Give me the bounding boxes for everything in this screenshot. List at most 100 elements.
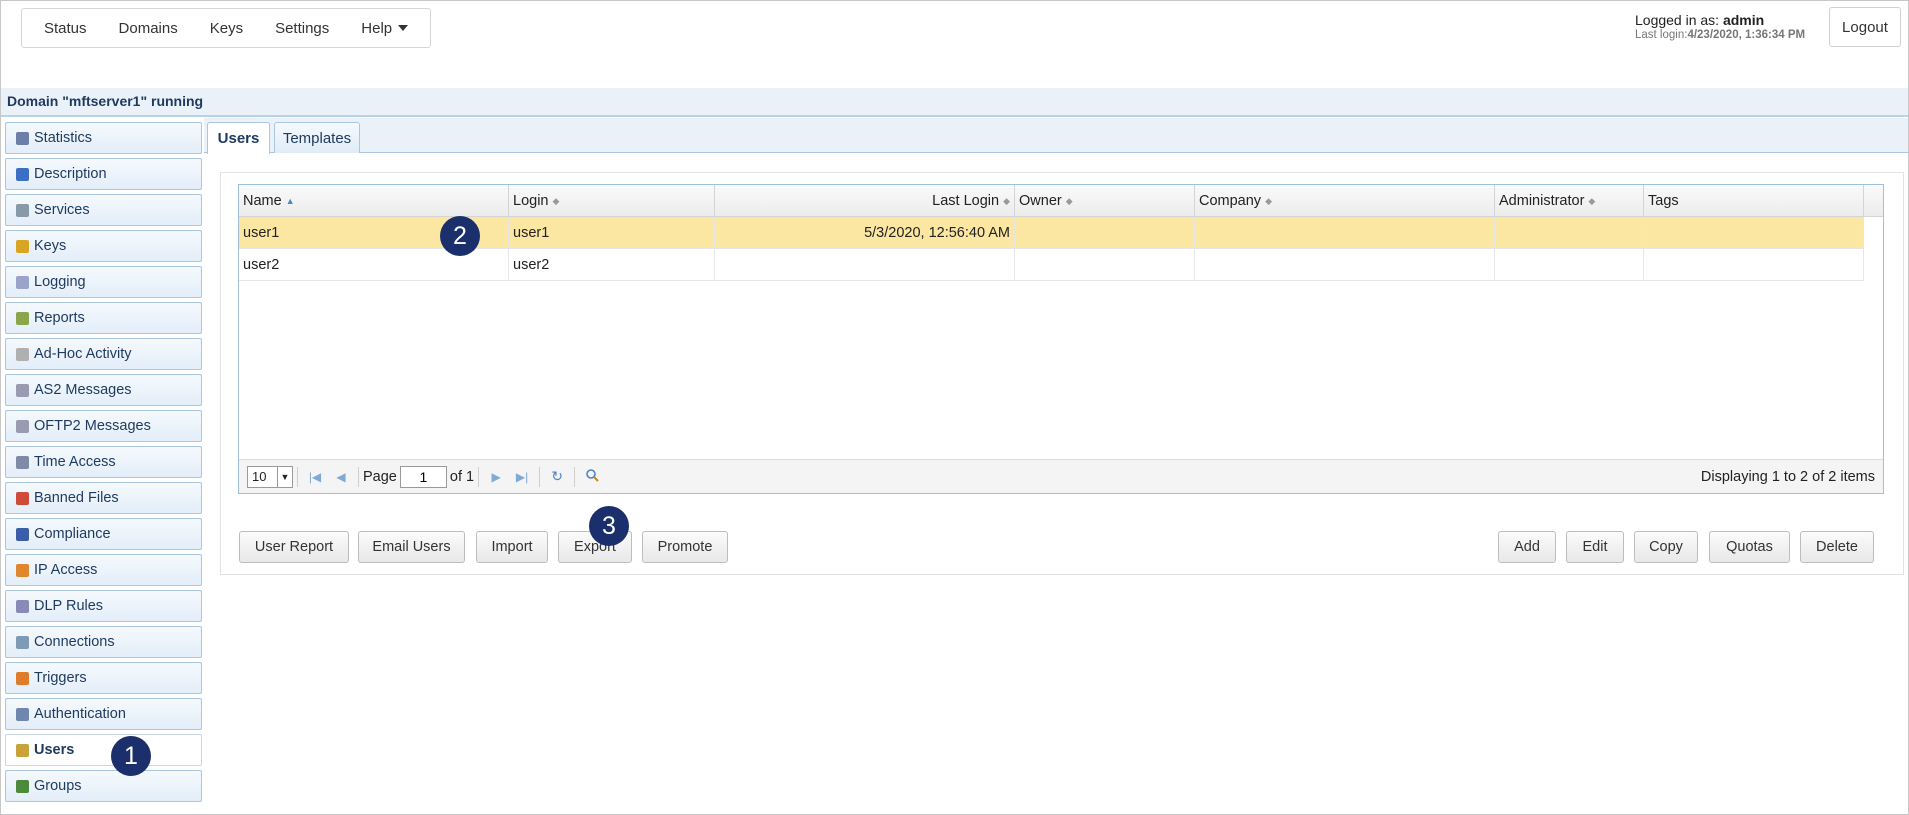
- col-login-label: Login: [513, 193, 549, 209]
- cell-login: user1: [509, 217, 715, 249]
- page-size-value: 10: [252, 469, 267, 484]
- col-header-last-login[interactable]: Last Login ◆: [715, 185, 1015, 217]
- sidebar-item-label: Triggers: [34, 670, 87, 686]
- copy-label: Copy: [1649, 539, 1683, 555]
- table-row[interactable]: user2 user2: [239, 249, 1864, 281]
- nav-keys[interactable]: Keys: [194, 20, 259, 37]
- quotas-label: Quotas: [1726, 539, 1773, 555]
- sidebar-item-label: Ad-Hoc Activity: [34, 346, 132, 362]
- last-login-value: 4/23/2020, 1:36:34 PM: [1687, 29, 1806, 41]
- sidebar-item-label: OFTP2 Messages: [34, 418, 151, 434]
- sidebar-item-ip-access[interactable]: IP Access: [5, 554, 202, 586]
- cell-company: [1195, 249, 1495, 281]
- pager-divider: [297, 466, 298, 487]
- nav-help[interactable]: Help: [345, 20, 424, 37]
- domain-status-bar: Domain "mftserver1" running: [1, 88, 1908, 117]
- nav-settings[interactable]: Settings: [259, 20, 345, 37]
- import-button[interactable]: Import: [476, 531, 548, 563]
- col-header-administrator[interactable]: Administrator ◆: [1495, 185, 1644, 217]
- refresh-icon[interactable]: ↻: [544, 468, 570, 485]
- table-row[interactable]: user1 user1 5/3/2020, 12:56:40 AM: [239, 217, 1864, 249]
- sidebar-item-keys[interactable]: Keys: [5, 230, 202, 262]
- sidebar-item-services[interactable]: Services: [5, 194, 202, 226]
- pager-divider: [358, 466, 359, 487]
- triggers-icon: [16, 671, 29, 685]
- sidebar-item-oftp2-messages[interactable]: OFTP2 Messages: [5, 410, 202, 442]
- promote-label: Promote: [657, 539, 713, 555]
- col-header-owner[interactable]: Owner ◆: [1015, 185, 1195, 217]
- add-button[interactable]: Add: [1498, 531, 1556, 563]
- ip-access-icon: [16, 563, 29, 577]
- sidebar-item-statistics[interactable]: Statistics: [5, 122, 202, 154]
- tab-users-label: Users: [217, 130, 260, 147]
- sidebar-item-logging[interactable]: Logging: [5, 266, 202, 298]
- sidebar-item-groups[interactable]: Groups: [5, 770, 202, 802]
- col-header-company[interactable]: Company ◆: [1195, 185, 1495, 217]
- sort-asc-icon: ▲: [285, 196, 295, 206]
- callout-badge-3: 3: [589, 506, 629, 546]
- first-page-icon[interactable]: |◀: [302, 470, 328, 484]
- description-icon: [16, 167, 29, 181]
- col-name-label: Name: [243, 193, 282, 209]
- page-size-select[interactable]: 10 ▼: [247, 465, 293, 488]
- sidebar-item-time-access[interactable]: Time Access: [5, 446, 202, 478]
- sidebar-item-ad-hoc-activity[interactable]: Ad-Hoc Activity: [5, 338, 202, 370]
- nav-domains[interactable]: Domains: [103, 20, 194, 37]
- login-info: Logged in as: admin Last login:4/23/2020…: [1635, 12, 1805, 41]
- sidebar-item-label: Groups: [34, 778, 82, 794]
- logout-button[interactable]: Logout: [1829, 7, 1901, 47]
- nav-settings-label: Settings: [275, 19, 330, 37]
- sidebar-item-as2-messages[interactable]: AS2 Messages: [5, 374, 202, 406]
- sidebar-item-label: Banned Files: [34, 490, 119, 506]
- import-label: Import: [491, 539, 533, 555]
- sidebar-item-banned-files[interactable]: Banned Files: [5, 482, 202, 514]
- next-page-icon[interactable]: ▶: [483, 470, 509, 484]
- col-header-name[interactable]: Name ▲: [239, 185, 509, 217]
- delete-button[interactable]: Delete: [1800, 531, 1874, 563]
- callout-badge-2: 2: [440, 216, 480, 256]
- user-report-label: User Report: [254, 539, 334, 555]
- sidebar-item-triggers[interactable]: Triggers: [5, 662, 202, 694]
- edit-button[interactable]: Edit: [1566, 531, 1624, 563]
- sidebar-item-label: DLP Rules: [34, 598, 104, 614]
- nav-help-label: Help: [361, 19, 393, 37]
- sidebar-item-label: Compliance: [34, 526, 111, 542]
- sidebar-item-connections[interactable]: Connections: [5, 626, 202, 658]
- sidebar-item-users[interactable]: Users: [5, 734, 202, 766]
- sidebar-item-compliance[interactable]: Compliance: [5, 518, 202, 550]
- user-report-button[interactable]: User Report: [239, 531, 349, 563]
- connections-icon: [16, 635, 29, 649]
- sidebar-item-label: Reports: [34, 310, 85, 326]
- edit-label: Edit: [1582, 539, 1608, 555]
- col-header-login[interactable]: Login ◆: [509, 185, 715, 217]
- statistics-icon: [16, 131, 29, 145]
- sort-icon: ◆: [1065, 196, 1073, 206]
- promote-button[interactable]: Promote: [642, 531, 728, 563]
- callout-badge-1: 1: [111, 736, 151, 776]
- tab-templates[interactable]: Templates: [274, 122, 360, 153]
- adhoc-icon: [16, 347, 29, 361]
- sidebar-item-label: Time Access: [34, 454, 116, 470]
- nav-keys-label: Keys: [209, 19, 244, 37]
- last-page-icon[interactable]: ▶|: [509, 470, 535, 484]
- sidebar-item-description[interactable]: Description: [5, 158, 202, 190]
- col-company-label: Company: [1199, 193, 1262, 209]
- sidebar-item-dlp-rules[interactable]: DLP Rules: [5, 590, 202, 622]
- sort-icon: ◆: [1588, 196, 1596, 206]
- page-number-input[interactable]: [399, 465, 447, 488]
- cell-last-login: 5/3/2020, 12:56:40 AM: [715, 217, 1015, 249]
- cell-tags: [1644, 249, 1864, 281]
- pager-divider: [478, 466, 480, 487]
- copy-button[interactable]: Copy: [1634, 531, 1698, 563]
- pager-divider: [574, 466, 576, 487]
- nav-status[interactable]: Status: [28, 20, 103, 37]
- prev-page-icon[interactable]: ◀: [328, 470, 354, 484]
- email-users-button[interactable]: Email Users: [358, 531, 465, 563]
- sidebar-item-reports[interactable]: Reports: [5, 302, 202, 334]
- sidebar-item-label: Authentication: [34, 706, 126, 722]
- col-header-tags[interactable]: Tags: [1644, 185, 1864, 217]
- quotas-button[interactable]: Quotas: [1709, 531, 1790, 563]
- sidebar-item-authentication[interactable]: Authentication: [5, 698, 202, 730]
- search-icon[interactable]: [579, 468, 605, 485]
- tab-users[interactable]: Users: [207, 122, 270, 154]
